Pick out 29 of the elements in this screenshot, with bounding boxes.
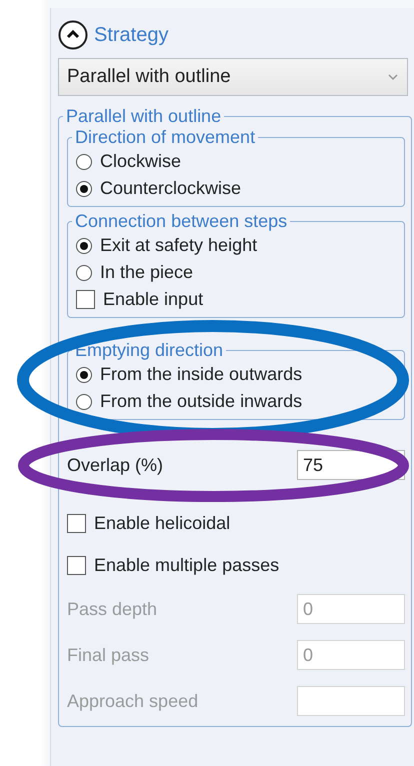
- checkbox-label: Enable multiple passes: [94, 554, 280, 576]
- radio-label: Clockwise: [100, 151, 182, 172]
- group-title: Connection between steps: [74, 211, 288, 232]
- checkbox[interactable]: [76, 290, 95, 309]
- group-title: Direction of movement: [74, 127, 256, 148]
- section-title: Strategy: [94, 24, 168, 46]
- radio-label: From the outside inwards: [100, 391, 302, 412]
- radio-selected[interactable]: [76, 366, 92, 382]
- group-title: Parallel with outline: [65, 106, 222, 127]
- strategy-dropdown[interactable]: Parallel with outline: [58, 58, 408, 96]
- field-label: Approach speed: [67, 690, 198, 712]
- radio-button[interactable]: [76, 264, 92, 280]
- radio-selected[interactable]: [76, 238, 92, 254]
- radio-selected[interactable]: [76, 180, 92, 196]
- caret-icon: [387, 73, 399, 81]
- field-label: Final pass: [67, 644, 150, 666]
- field-label: Overlap (%): [67, 454, 164, 476]
- collapse-icon[interactable]: [58, 20, 88, 50]
- radio-label: Exit at safety height: [100, 235, 258, 256]
- checkbox[interactable]: [67, 514, 86, 532]
- radio-button[interactable]: [76, 154, 92, 170]
- radio-button[interactable]: [76, 394, 92, 410]
- radio-label: Counterclockwise: [100, 178, 242, 199]
- radio-label: In the piece: [100, 262, 194, 283]
- checkbox-label: Enable helicoidal: [94, 512, 230, 534]
- checkbox-label: Enable input: [103, 289, 204, 310]
- field-label: Pass depth: [67, 598, 158, 620]
- checkbox[interactable]: [67, 556, 86, 574]
- radio-label: From the inside outwards: [100, 364, 302, 385]
